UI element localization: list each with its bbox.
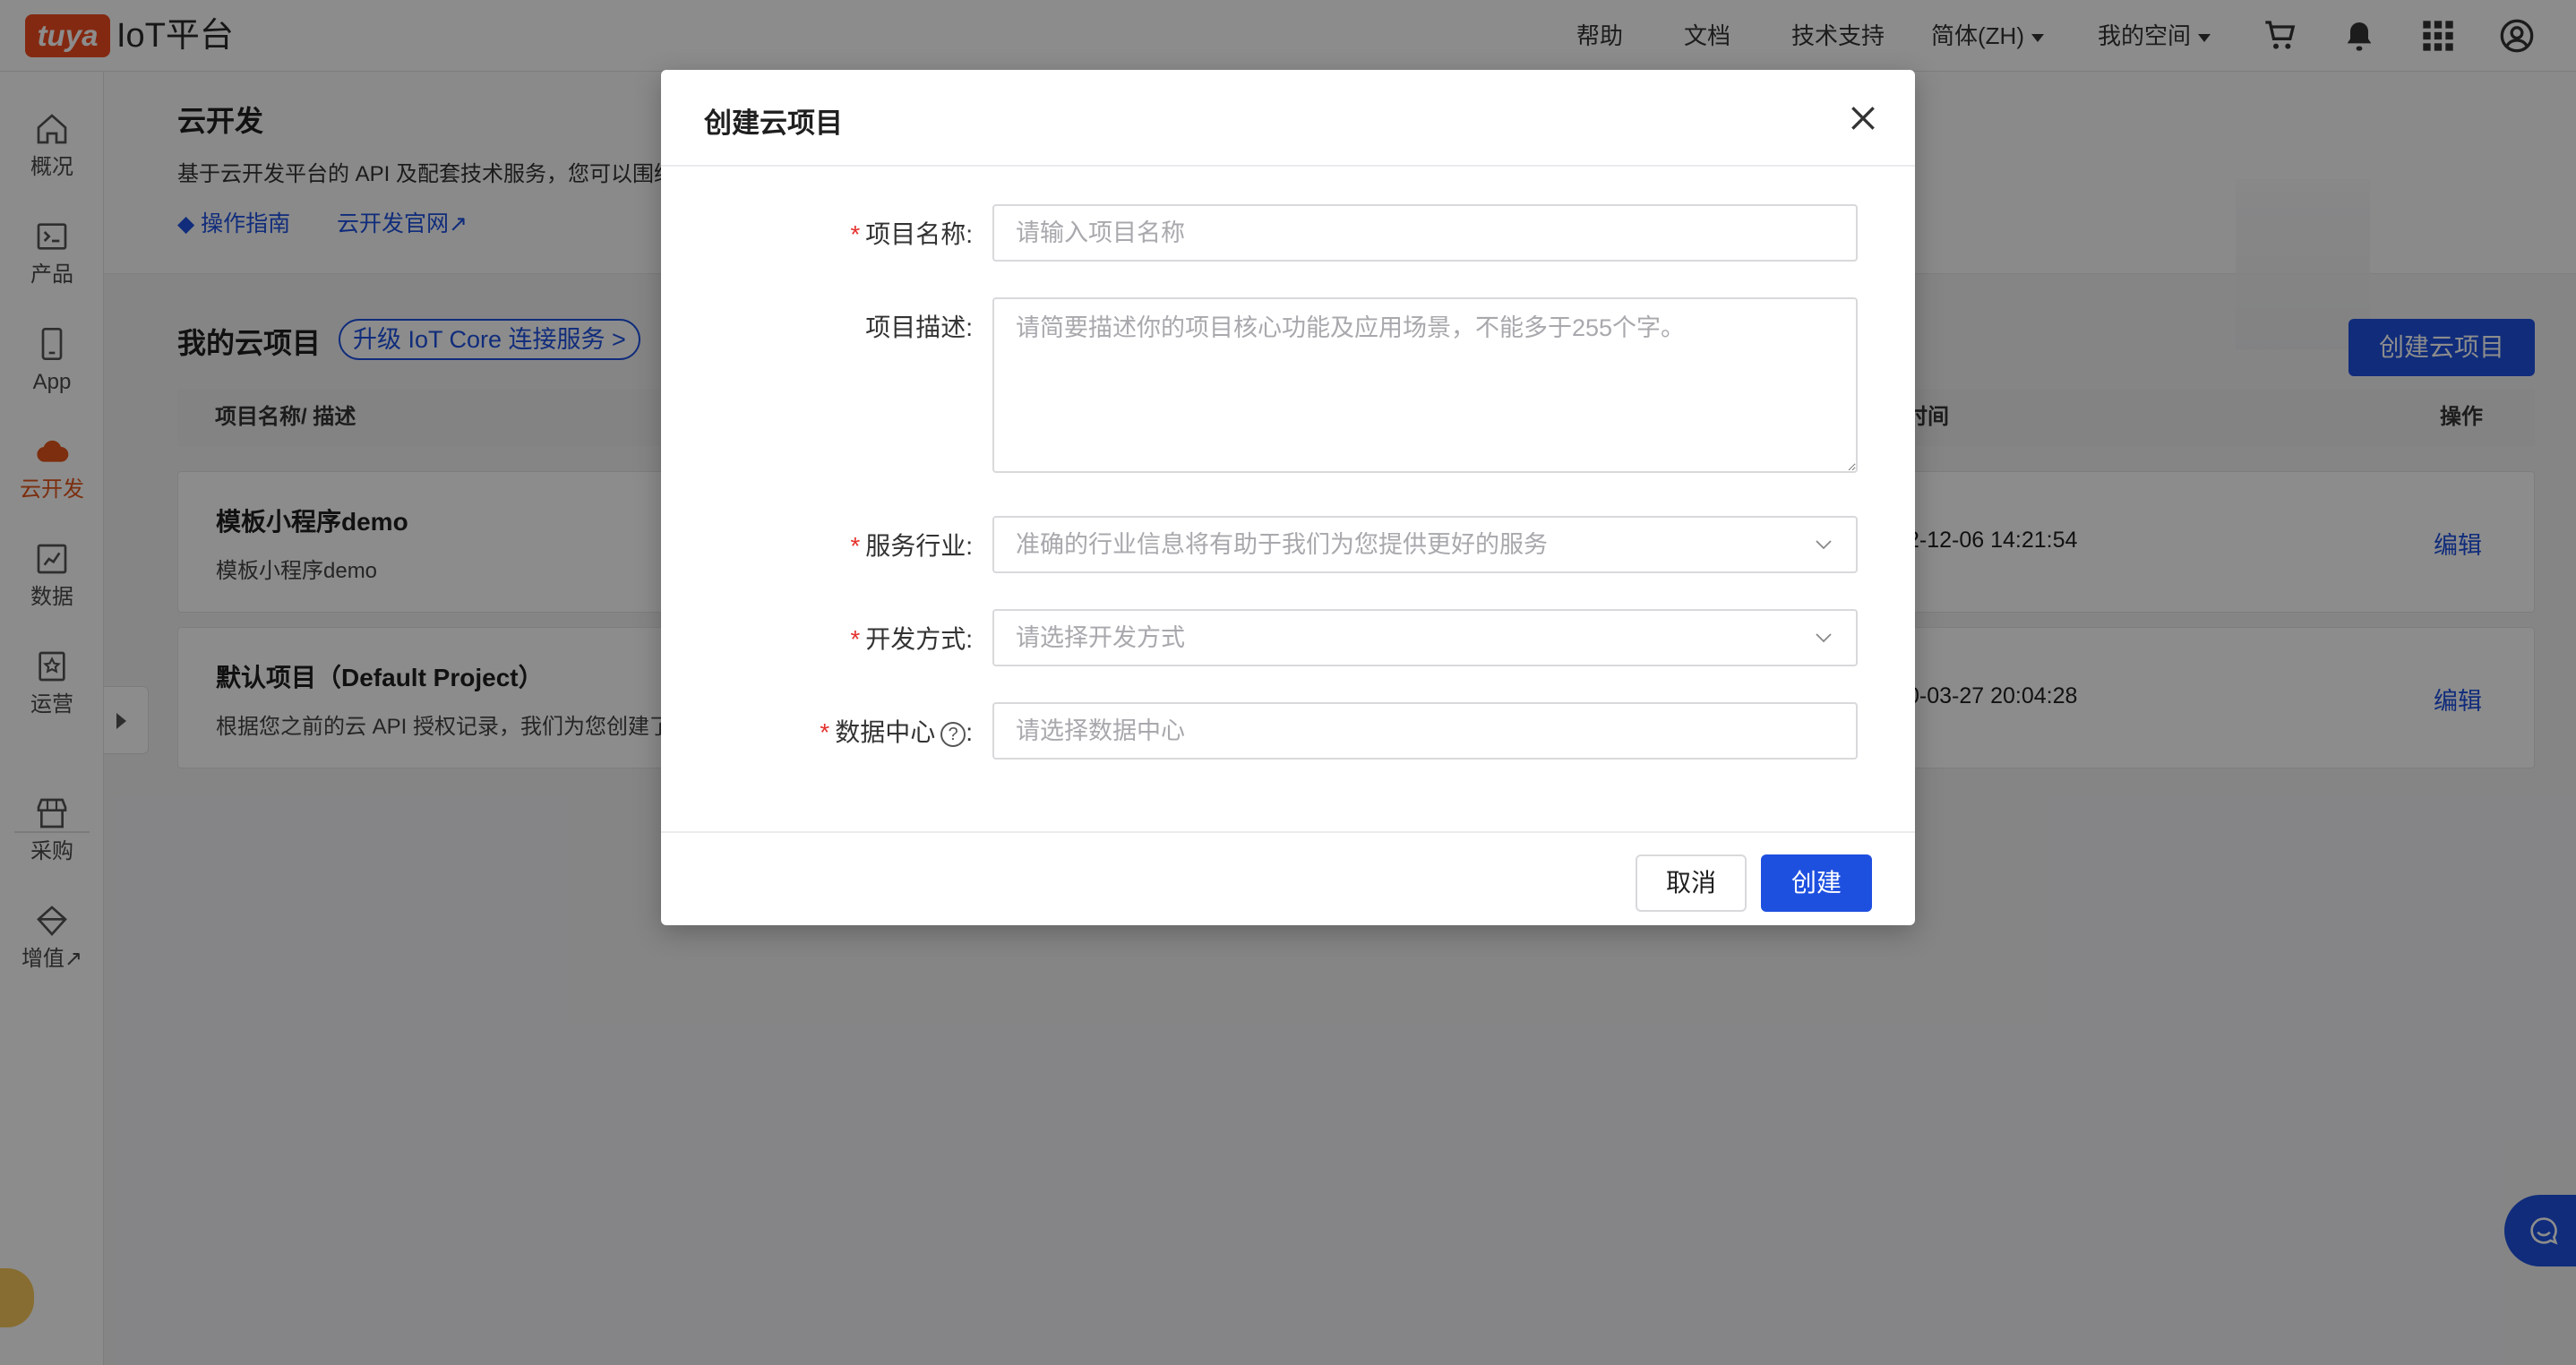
- create-project-dialog: 创建云项目 *项目名称: 项目描述: *服务行业: 准确的行业信息将有助于我们为…: [661, 70, 1915, 925]
- label-text: 项目名称:: [865, 220, 973, 248]
- project-description-label: 项目描述:: [865, 313, 973, 341]
- close-icon[interactable]: [1845, 100, 1881, 136]
- label-text: 数据中心: [835, 718, 936, 746]
- dev-mode-label: * 开发方式:: [850, 620, 973, 656]
- required-mark: *: [850, 220, 861, 248]
- chevron-down-icon: [1816, 633, 1832, 643]
- required-mark: *: [850, 625, 861, 653]
- dev-mode-select[interactable]: 请选择开发方式: [992, 609, 1858, 666]
- project-name-label: * 项目名称:: [850, 215, 973, 251]
- chevron-down-icon: [1816, 540, 1832, 550]
- dev-mode-placeholder: 请选择开发方式: [1016, 624, 1185, 651]
- label-text: 服务行业:: [865, 532, 973, 560]
- dialog-footer: 取消 创建: [661, 831, 1915, 925]
- dialog-header: 创建云项目: [661, 70, 1915, 167]
- label-text: 开发方式:: [865, 625, 973, 653]
- project-name-input[interactable]: [992, 204, 1858, 262]
- dialog-title: 创建云项目: [704, 107, 843, 139]
- industry-placeholder: 准确的行业信息将有助于我们为您提供更好的服务: [1016, 531, 1548, 558]
- data-center-label: * 数据中心?:: [820, 713, 973, 749]
- industry-select[interactable]: 准确的行业信息将有助于我们为您提供更好的服务: [992, 516, 1858, 573]
- label-colon: :: [966, 718, 973, 746]
- data-center-placeholder: 请选择数据中心: [1016, 717, 1185, 744]
- industry-label: * 服务行业:: [850, 527, 973, 562]
- required-mark: *: [820, 718, 830, 746]
- required-mark: *: [850, 532, 861, 560]
- create-button[interactable]: 创建: [1761, 854, 1872, 912]
- project-description-textarea[interactable]: [992, 297, 1858, 473]
- cancel-button[interactable]: 取消: [1636, 854, 1747, 912]
- help-circle-icon[interactable]: ?: [940, 721, 966, 747]
- data-center-select[interactable]: 请选择数据中心: [992, 702, 1858, 760]
